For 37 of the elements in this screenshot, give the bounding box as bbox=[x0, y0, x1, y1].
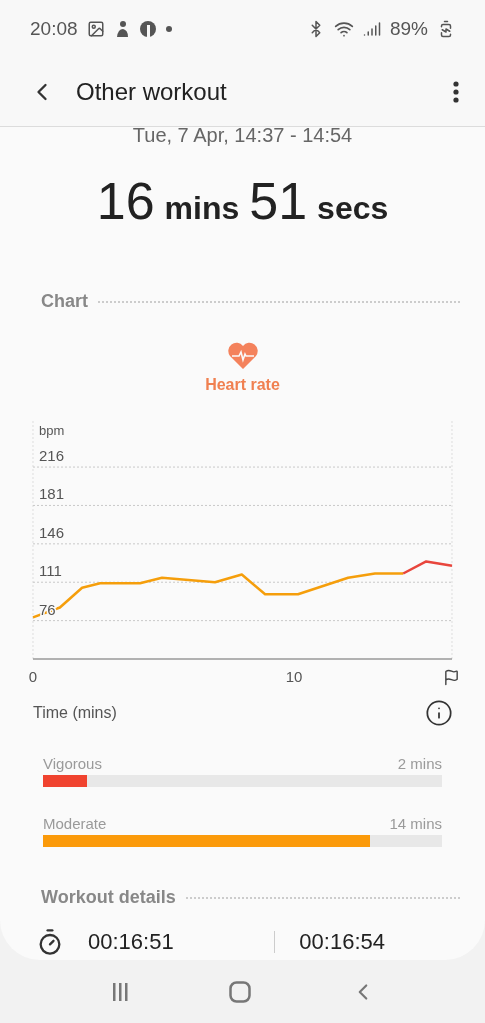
axis-title: Time (mins) bbox=[33, 704, 117, 722]
zone-name: Vigorous bbox=[43, 755, 102, 772]
more-icon bbox=[453, 81, 459, 103]
info-icon bbox=[425, 699, 453, 727]
zone-duration: 2 mins bbox=[397, 755, 442, 772]
home-button[interactable] bbox=[228, 980, 251, 1003]
y-tick-label: 146 bbox=[39, 523, 65, 541]
zone-name: Moderate bbox=[43, 815, 107, 832]
workout-date: Tue, 7 Apr, 14:37 - 14:54 bbox=[131, 127, 354, 147]
wifi-icon bbox=[333, 19, 354, 39]
circle-icon bbox=[138, 20, 157, 38]
total-time: 00:16:54 bbox=[299, 929, 385, 955]
duration-seconds: 51 bbox=[249, 171, 308, 231]
dot-icon bbox=[165, 26, 172, 32]
section-title: Chart bbox=[41, 291, 88, 312]
metric-label[interactable]: Heart rate bbox=[205, 376, 280, 394]
clock: 20:08 bbox=[30, 18, 78, 40]
signal-icon bbox=[362, 20, 381, 38]
section-title: Workout details bbox=[41, 887, 176, 908]
info-button[interactable] bbox=[425, 699, 453, 727]
page-title: Other workout bbox=[76, 78, 228, 106]
x-tick-label: 10 bbox=[285, 668, 303, 685]
minutes-unit: mins bbox=[164, 190, 240, 227]
seconds-unit: secs bbox=[317, 190, 389, 227]
heart-icon bbox=[226, 342, 259, 370]
y-tick-label: 111 bbox=[39, 562, 62, 580]
finish-flag-icon bbox=[445, 669, 458, 686]
y-tick-label: 216 bbox=[39, 447, 65, 465]
x-tick-label: 0 bbox=[28, 668, 38, 685]
battery-percent: 89% bbox=[389, 18, 428, 40]
zone-duration: 14 mins bbox=[389, 815, 442, 832]
y-tick-label: 181 bbox=[39, 485, 65, 503]
more-options-button[interactable] bbox=[453, 81, 459, 103]
workout-duration: 00:16:51 bbox=[88, 929, 174, 955]
image-icon bbox=[86, 20, 105, 38]
axis-unit: bpm bbox=[39, 423, 65, 438]
duration-minutes: 16 bbox=[96, 171, 155, 231]
